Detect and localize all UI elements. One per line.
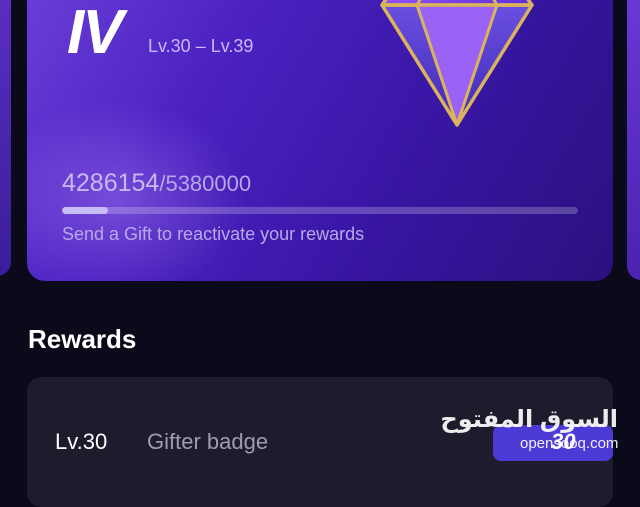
- diamond-gem-icon: [380, 0, 534, 127]
- next-tier-card[interactable]: [627, 0, 640, 280]
- progress-bar-fill: [62, 207, 109, 214]
- previous-tier-card[interactable]: [0, 0, 11, 276]
- reactivate-hint: Send a Gift to reactivate your rewards: [62, 224, 365, 244]
- rewards-heading: Rewards: [28, 324, 137, 354]
- reward-name: Gifter badge: [147, 429, 269, 454]
- progress-target: 5380000: [165, 171, 252, 196]
- tier-numeral: IV: [67, 0, 124, 67]
- watermark-arabic: السوق المفتوح: [440, 406, 618, 433]
- progress-bar: [62, 207, 578, 214]
- tier-card: IV Lv.30 – Lv.39 4286154/5380000 Send a …: [27, 0, 613, 281]
- progress-current: 4286154: [62, 169, 160, 197]
- watermark: السوق المفتوح opensooq.com: [440, 405, 628, 455]
- progress-readout: 4286154/5380000: [62, 169, 251, 198]
- reward-level: Lv.30: [55, 429, 108, 454]
- watermark-latin: opensooq.com: [520, 435, 619, 452]
- level-range: Lv.30 – Lv.39: [148, 36, 254, 56]
